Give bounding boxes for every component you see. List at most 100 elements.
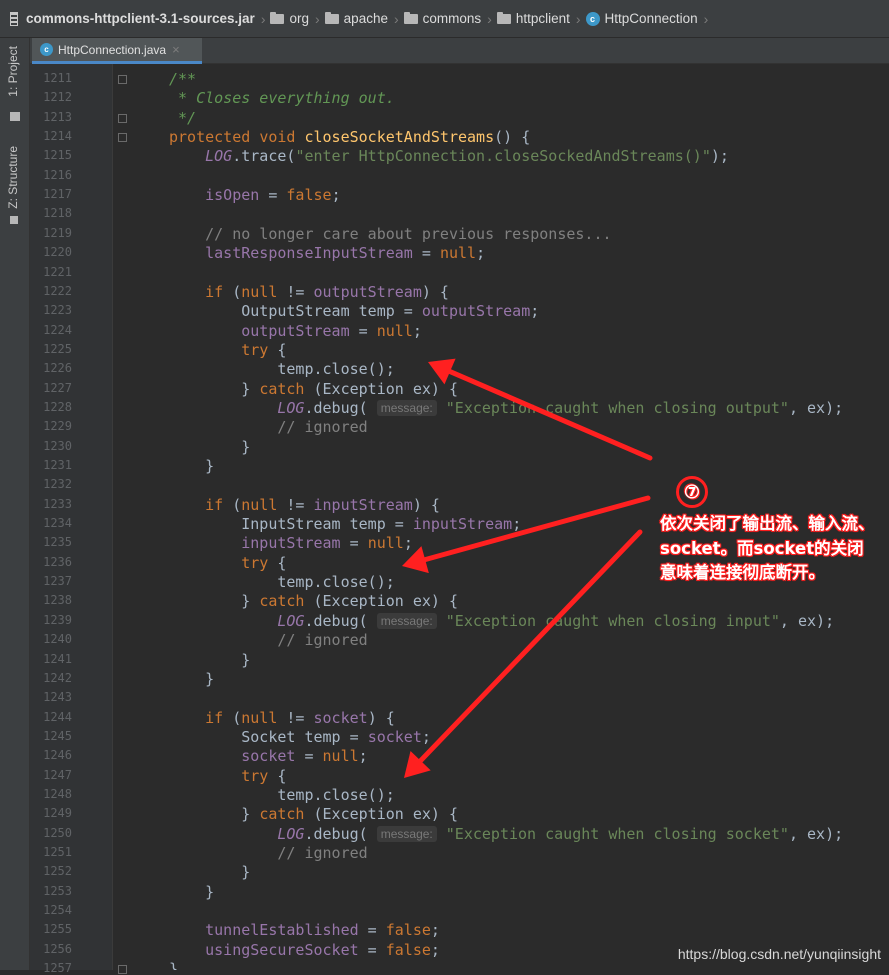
chevron-right-icon: › <box>487 10 492 27</box>
code-token: ; <box>421 727 431 746</box>
code-token: ) { <box>412 495 440 514</box>
code-token: (Exception ex) { <box>313 805 459 824</box>
line-number: 1257 <box>43 961 72 975</box>
annotation-step-number: ⑦ <box>676 476 708 508</box>
code-token: null <box>241 708 278 727</box>
code-token: null <box>322 747 359 766</box>
line-number: 1249 <box>43 806 72 821</box>
breadcrumb-package-label: httpclient <box>515 11 570 26</box>
code-line: } <box>169 651 250 670</box>
code-token: (Exception ex) { <box>313 592 459 611</box>
code-line: LOG.trace("enter HttpConnection.closeSoc… <box>169 147 729 166</box>
code-token: socket <box>241 747 296 766</box>
line-number: 1241 <box>43 651 72 666</box>
code-token: // no longer care about previous respons… <box>205 224 612 243</box>
line-number: 1212 <box>43 90 72 105</box>
code-token: outputStream <box>421 302 531 321</box>
line-number: 1213 <box>43 109 72 124</box>
code-token: = <box>358 940 386 959</box>
code-line: tunnelEstablished = false; <box>169 921 440 940</box>
parameter-hint: message: <box>376 399 437 416</box>
line-number: 1219 <box>43 225 72 240</box>
chevron-right-icon: › <box>703 10 709 27</box>
breadcrumb-package-label: org <box>289 11 309 26</box>
code-token: = <box>412 244 440 263</box>
code-line: // no longer care about previous respons… <box>169 224 612 244</box>
line-number: 1235 <box>43 535 72 550</box>
code-token: outputStream <box>313 282 422 301</box>
code-line: isOpen = false; <box>169 186 341 205</box>
code-token: null <box>241 282 278 301</box>
parameter-hint: message: <box>376 825 437 842</box>
package-folder-icon <box>403 11 418 24</box>
line-number: 1230 <box>43 438 72 453</box>
line-number: 1225 <box>43 341 72 356</box>
code-line: } <box>169 863 250 882</box>
breadcrumb-package-apache[interactable]: apache <box>324 11 388 26</box>
code-token: LOG <box>205 147 233 166</box>
code-line: } catch (Exception ex) { <box>169 592 458 611</box>
line-number: 1248 <box>43 786 72 801</box>
code-token: "Exception caught when closing output" <box>445 398 789 417</box>
code-line: temp.close(); <box>169 360 394 379</box>
breadcrumb-jar[interactable]: commons-httpclient-3.1-sources.jar <box>10 11 255 26</box>
close-icon[interactable]: × <box>172 42 180 57</box>
line-number: 1211 <box>43 71 72 85</box>
package-folder-icon <box>270 11 285 24</box>
line-number: 1240 <box>43 632 72 647</box>
line-number: 1226 <box>43 361 72 376</box>
line-number: 1224 <box>43 322 72 337</box>
code-token: ; <box>331 186 341 205</box>
code-token: , ex); <box>779 611 835 630</box>
watermark: https://blog.csdn.net/yunqiinsight <box>677 946 881 962</box>
code-token: false <box>385 940 431 959</box>
code-token: = <box>349 321 377 340</box>
code-token: null <box>376 321 413 340</box>
code-token: ) { <box>421 282 449 301</box>
code-token: null <box>241 495 278 514</box>
tool-tab-project[interactable]: 1: Project <box>6 46 20 97</box>
breadcrumb-package-httpclient[interactable]: httpclient <box>496 11 570 26</box>
code-token: ; <box>430 921 440 940</box>
breadcrumb-package-org[interactable]: org <box>270 11 309 26</box>
code-token: isOpen <box>205 186 260 205</box>
line-number: 1218 <box>43 206 72 221</box>
code-token: void <box>259 128 305 147</box>
code-token: try <box>241 340 278 359</box>
code-token: { <box>277 766 287 785</box>
breadcrumb-package-label: apache <box>343 11 388 26</box>
line-number: 1227 <box>43 380 72 395</box>
code-token: ( <box>232 708 242 727</box>
code-line: // ignored <box>169 418 367 437</box>
code-token: ; <box>476 244 486 263</box>
code-token: OutputStream temp = <box>169 302 422 321</box>
line-number: 1251 <box>43 845 72 859</box>
code-line: } catch (Exception ex) { <box>169 805 458 824</box>
code-token: if <box>205 495 233 514</box>
code-token: .debug( <box>304 611 377 630</box>
line-number: 1221 <box>43 264 72 279</box>
code-token: , ex); <box>788 824 844 843</box>
code-line: // ignored <box>169 631 367 650</box>
tab-httpconnection-java[interactable]: c HttpConnection.java × <box>32 38 202 64</box>
code-token: try <box>241 553 278 572</box>
code-line: Socket temp = socket; <box>169 728 431 747</box>
code-token: } <box>169 650 251 669</box>
breadcrumb: commons-httpclient-3.1-sources.jar › org… <box>0 0 889 38</box>
tool-tab-structure[interactable]: Z: Structure <box>6 146 20 209</box>
chevron-right-icon: › <box>575 10 581 27</box>
code-token: Socket temp = <box>169 727 368 746</box>
code-token: } <box>169 863 251 882</box>
code-token: , ex); <box>788 398 844 417</box>
breadcrumb-package-commons[interactable]: commons <box>403 11 481 26</box>
line-number: 1253 <box>43 883 72 898</box>
breadcrumb-class[interactable]: c HttpConnection <box>585 11 698 26</box>
code-token: } <box>169 669 215 688</box>
code-token: { <box>277 340 287 359</box>
code-token: ( <box>232 495 242 514</box>
